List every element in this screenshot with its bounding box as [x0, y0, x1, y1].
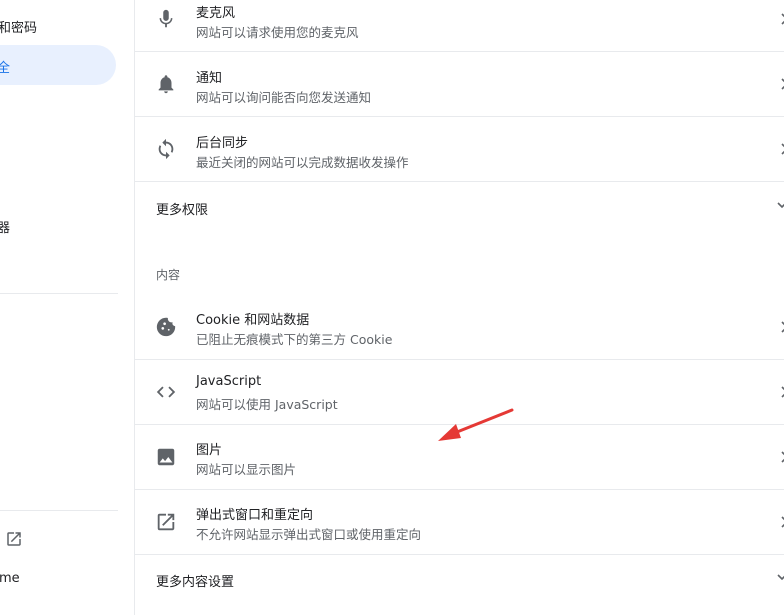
bell-icon: [158, 75, 174, 94]
external-link-icon[interactable]: [5, 530, 23, 548]
chevron-down-icon: [777, 574, 784, 581]
sidebar-item-about[interactable]: me: [0, 571, 20, 586]
row-subtitle: 最近关闭的网站可以完成数据收发操作: [196, 155, 409, 170]
sidebar-item-passwords[interactable]: 和密码: [0, 17, 37, 36]
more-permissions-expander[interactable]: 更多权限: [135, 199, 784, 219]
popup-icon: [157, 513, 175, 531]
row-title: 麦克风: [196, 6, 236, 21]
annotation-arrow-icon: [438, 408, 514, 441]
more-permissions-label: 更多权限: [156, 203, 209, 218]
section-header-content: 内容: [156, 268, 181, 282]
permission-row-background-sync[interactable]: 后台同步 最近关闭的网站可以完成数据收发操作: [135, 117, 784, 182]
more-content-settings-label: 更多内容设置: [156, 575, 235, 590]
chevron-right-icon: [781, 516, 784, 528]
settings-sidebar: 和密码 全 器 me: [0, 0, 134, 615]
row-title: 弹出式窗口和重定向: [196, 508, 314, 523]
row-title: 图片: [196, 443, 223, 458]
row-subtitle: 不允许网站显示弹出式窗口或使用重定向: [196, 527, 422, 542]
row-subtitle: 网站可以请求使用您的麦克风: [196, 25, 359, 40]
chevron-right-icon: [781, 451, 784, 463]
row-title: JavaScript: [196, 374, 262, 389]
row-subtitle: 已阻止无痕模式下的第三方 Cookie: [196, 332, 393, 347]
site-settings-panel: 麦克风 网站可以请求使用您的麦克风 通知 网站可以询问能否向您发送通知 后台同步…: [134, 0, 784, 615]
sidebar-divider: [0, 510, 118, 511]
chevron-right-icon: [781, 78, 784, 90]
row-subtitle: 网站可以询问能否向您发送通知: [196, 90, 372, 105]
sidebar-item-privacy-active[interactable]: [0, 45, 116, 85]
row-subtitle: 网站可以显示图片: [196, 462, 297, 477]
sidebar-divider: [0, 293, 118, 294]
chevron-down-icon: [777, 202, 784, 209]
permission-row-microphone[interactable]: 麦克风 网站可以请求使用您的麦克风: [135, 0, 784, 52]
chevron-right-icon: [781, 13, 784, 25]
chevron-right-icon: [781, 321, 784, 333]
sidebar-item-privacy-label: 全: [0, 61, 11, 76]
permission-row-notifications[interactable]: 通知 网站可以询问能否向您发送通知: [135, 52, 784, 117]
row-subtitle: 网站可以使用 JavaScript: [196, 397, 338, 412]
more-content-settings-expander[interactable]: 更多内容设置: [135, 571, 784, 591]
sidebar-item-browser[interactable]: 器: [0, 217, 10, 236]
chevron-right-icon: [781, 143, 784, 155]
cookie-icon: [156, 317, 176, 337]
code-icon: [156, 386, 176, 398]
content-row-cookies[interactable]: Cookie 和网站数据 已阻止无痕模式下的第三方 Cookie: [135, 295, 784, 360]
image-icon: [157, 448, 175, 466]
content-row-popups[interactable]: 弹出式窗口和重定向 不允许网站显示弹出式窗口或使用重定向: [135, 490, 784, 555]
row-title: Cookie 和网站数据: [196, 313, 310, 328]
row-title: 通知: [196, 71, 223, 86]
row-title: 后台同步: [196, 136, 249, 151]
sync-icon: [158, 138, 174, 160]
microphone-icon: [159, 9, 173, 28]
chevron-right-icon: [781, 386, 784, 398]
